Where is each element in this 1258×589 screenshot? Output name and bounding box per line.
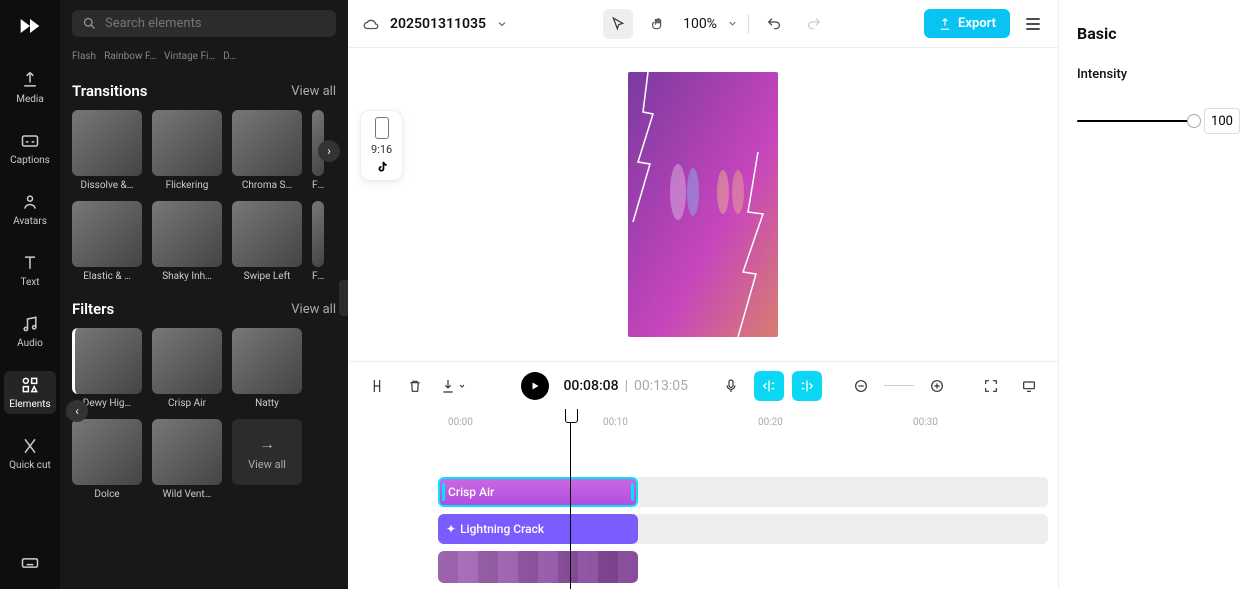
rail-elements[interactable]: Elements (4, 371, 56, 414)
transition-fl[interactable]: Fl… (312, 201, 324, 282)
redo-button[interactable] (799, 9, 829, 39)
aspect-ratio-badge[interactable]: 9:16 (360, 110, 403, 181)
filters-viewall-tile[interactable]: → View all (232, 419, 302, 485)
props-basic-title: Basic (1077, 24, 1240, 43)
intensity-value[interactable]: 100 (1204, 108, 1240, 134)
rail-audio-label: Audio (17, 338, 43, 349)
project-name[interactable]: 202501311035 (390, 16, 486, 32)
undo-button[interactable] (759, 9, 789, 39)
effect-tab-d[interactable]: D… (223, 51, 236, 62)
zoom-slider[interactable] (884, 385, 914, 386)
transitions-title: Transitions (72, 82, 147, 100)
preview-effect-overlay (628, 72, 778, 337)
transition-elastic[interactable]: Elastic & … (72, 201, 142, 282)
search-icon (82, 16, 97, 31)
effect-tab-rainbow[interactable]: Rainbow F… (104, 51, 156, 62)
rail-media-label: Media (16, 94, 44, 105)
magnet-right-button[interactable] (792, 371, 822, 401)
fullscreen-button[interactable] (1014, 371, 1044, 401)
rail-avatars[interactable]: Avatars (4, 188, 56, 231)
filter-dolce[interactable]: Dolce (72, 419, 142, 500)
export-button[interactable]: Export (924, 9, 1010, 38)
transition-swipe[interactable]: Swipe Left (232, 201, 302, 282)
download-button[interactable] (438, 371, 468, 401)
filter-crisp[interactable]: Crisp Air (152, 328, 222, 409)
transition-chroma[interactable]: Chroma S… (232, 110, 302, 191)
zoom-out-button[interactable] (846, 371, 876, 401)
intensity-label: Intensity (1077, 67, 1240, 82)
rail-media[interactable]: Media (4, 66, 56, 109)
timecode-current: 00:08:08 (563, 378, 618, 394)
effect-tab-flash[interactable]: Flash (72, 51, 96, 62)
playhead[interactable] (570, 409, 571, 589)
transitions-viewall[interactable]: View all (291, 84, 336, 99)
app-logo[interactable] (16, 12, 44, 40)
rail-quickcut[interactable]: Quick cut (4, 432, 56, 475)
effect-tab-vintage[interactable]: Vintage Fi… (164, 51, 215, 62)
rail-avatars-label: Avatars (13, 216, 47, 227)
filter-natty[interactable]: Natty (232, 328, 302, 409)
zoom-level[interactable]: 100% (683, 16, 717, 32)
rail-captions-label: Captions (10, 155, 50, 166)
rail-elements-label: Elements (9, 399, 50, 410)
sparkle-icon: ✦ (446, 522, 456, 536)
play-button[interactable] (521, 372, 549, 400)
track-filter[interactable]: Crisp Air (438, 477, 1048, 507)
rail-keyboard[interactable] (4, 549, 56, 577)
scroll-left-filters[interactable]: ‹ (66, 400, 88, 422)
transition-flickering[interactable]: Flickering (152, 110, 222, 191)
search-input-container[interactable] (72, 10, 336, 37)
tiktok-icon (375, 160, 389, 174)
scroll-right-transitions[interactable]: › (318, 140, 340, 162)
cursor-tool[interactable] (603, 9, 633, 39)
mic-button[interactable] (716, 371, 746, 401)
chevron-down-icon[interactable] (496, 18, 508, 30)
rail-text[interactable]: Text (4, 249, 56, 292)
cloud-icon (362, 15, 380, 33)
filters-title: Filters (72, 300, 114, 318)
panels-toggle[interactable] (1022, 13, 1044, 35)
search-input[interactable] (105, 16, 326, 31)
timecode-total: 00:13:05 (634, 378, 688, 394)
preview-canvas[interactable] (628, 72, 778, 337)
track-effect[interactable]: ✦ Lightning Crack (438, 514, 1048, 544)
filter-wild[interactable]: Wild Vent… (152, 419, 222, 500)
split-button[interactable] (362, 371, 392, 401)
magnet-left-button[interactable] (754, 371, 784, 401)
zoom-in-button[interactable] (922, 371, 952, 401)
clip-crisp-air[interactable]: Crisp Air (438, 477, 638, 507)
filter-dewy[interactable]: Dewy Hig… (72, 328, 142, 409)
fit-button[interactable] (976, 371, 1006, 401)
rail-captions[interactable]: Captions (4, 127, 56, 170)
transition-dissolve[interactable]: Dissolve &… (72, 110, 142, 191)
timeline-ruler[interactable]: 00:00 00:10 00:20 00:30 (438, 417, 1048, 437)
rail-audio[interactable]: Audio (4, 310, 56, 353)
clip-lightning-crack[interactable]: ✦ Lightning Crack (438, 514, 638, 544)
delete-button[interactable] (400, 371, 430, 401)
intensity-slider[interactable] (1077, 120, 1194, 122)
hand-tool[interactable] (643, 9, 673, 39)
rail-text-label: Text (20, 277, 39, 288)
zoom-chevron-icon[interactable] (727, 18, 738, 29)
export-icon (938, 17, 952, 31)
rail-quickcut-label: Quick cut (9, 460, 51, 471)
clip-video[interactable] (438, 551, 638, 583)
filters-viewall[interactable]: View all (291, 302, 336, 317)
transition-shaky[interactable]: Shaky Inh… (152, 201, 222, 282)
